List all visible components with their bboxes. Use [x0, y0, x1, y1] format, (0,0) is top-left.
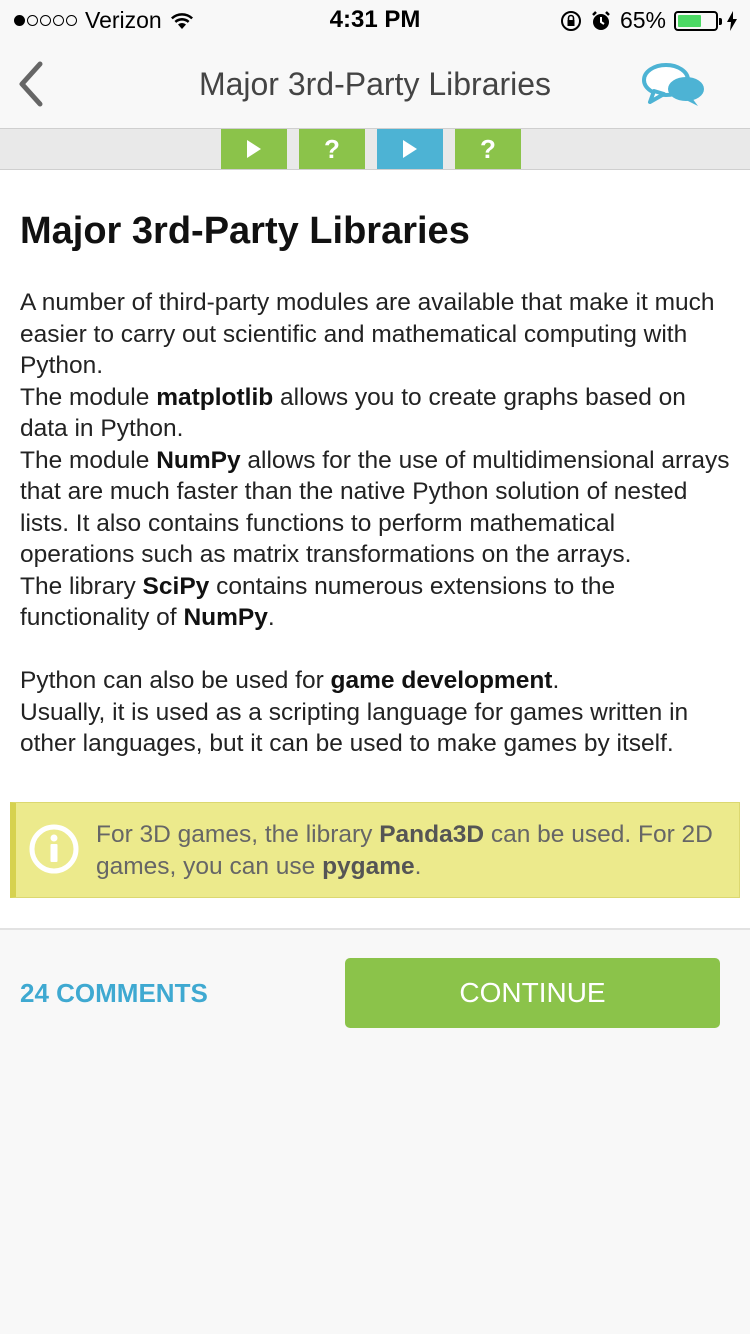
rotation-lock-icon	[560, 10, 581, 31]
play-icon	[403, 140, 417, 158]
nav-title: Major 3rd-Party Libraries	[198, 66, 552, 102]
play-icon	[247, 140, 261, 158]
bold-term: NumPy	[156, 446, 241, 474]
paragraph: The module NumPy allows for the use of m…	[20, 446, 730, 569]
bold-term: Panda3D	[379, 821, 485, 848]
tab-lesson-play-2[interactable]	[377, 129, 443, 169]
chat-button[interactable]	[640, 60, 710, 110]
status-right: 65%	[560, 7, 738, 34]
nav-bar: Major 3rd-Party Libraries	[0, 40, 750, 129]
bold-term: NumPy	[183, 604, 268, 631]
paragraph: A number of third-party modules are avai…	[20, 289, 715, 379]
status-bar: Verizon 4:31 PM 65%	[0, 0, 750, 40]
bold-term: game development	[330, 667, 553, 694]
lesson-tabs: ? ?	[221, 129, 521, 169]
question-icon: ?	[480, 133, 496, 164]
lesson-title: Major 3rd-Party Libraries	[20, 210, 470, 252]
charging-bolt-icon	[727, 10, 737, 31]
chat-bubbles-icon	[642, 63, 704, 106]
alarm-icon	[592, 10, 610, 30]
info-icon	[29, 824, 79, 874]
question-icon: ?	[324, 133, 340, 164]
bold-term: SciPy	[142, 572, 210, 600]
battery-icon	[674, 10, 722, 31]
tab-quiz-2[interactable]: ?	[455, 129, 521, 169]
paragraph: Python can also be used for game develop…	[20, 667, 560, 694]
paragraph: The module matplotlib allows you to crea…	[20, 383, 686, 443]
lesson-body: A number of third-party modules are avai…	[20, 287, 735, 760]
battery-percent: 65%	[619, 7, 666, 33]
bold-term: matplotlib	[156, 383, 274, 411]
paragraph: The library SciPy contains numerous exte…	[20, 572, 616, 632]
comments-link[interactable]: 24 COMMENTS	[20, 978, 208, 1009]
tab-quiz-1[interactable]: ?	[299, 129, 365, 169]
tab-lesson-play-1[interactable]	[221, 129, 287, 169]
paragraph: Usually, it is used as a scripting langu…	[20, 698, 689, 758]
lesson-progress-strip: ? ?	[0, 129, 750, 170]
bold-term: pygame	[322, 853, 415, 880]
lesson-content: Major 3rd-Party Libraries A number of th…	[0, 170, 750, 930]
continue-button[interactable]: CONTINUE	[345, 958, 720, 1028]
battery-fill	[678, 14, 702, 27]
info-callout: For 3D games, the library Panda3D can be…	[10, 802, 740, 898]
info-text: For 3D games, the library Panda3D can be…	[96, 821, 713, 880]
